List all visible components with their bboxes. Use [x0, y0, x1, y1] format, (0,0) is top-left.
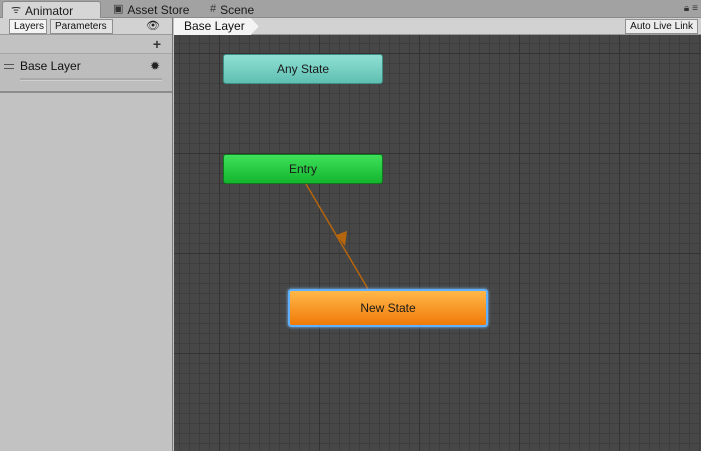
scene-grid-icon: # — [210, 3, 217, 15]
layer-add-row: + — [0, 35, 172, 53]
state-entry[interactable]: Entry — [223, 154, 383, 184]
tab-parameters[interactable]: Parameters — [50, 19, 113, 34]
drag-handle-icon[interactable] — [4, 64, 14, 69]
gear-icon[interactable]: ✹ — [150, 59, 160, 73]
layer-name: Base Layer — [20, 59, 81, 73]
tab-label: Scene — [220, 2, 255, 17]
layers-panel: Layers Parameters 👁︎ + Base Layer ✹ — [0, 18, 173, 451]
graph-toolbar: Base Layer Auto Live Link — [174, 18, 701, 35]
layers-panel-toolbar: Layers Parameters 👁︎ — [0, 18, 172, 35]
auto-live-link-button[interactable]: Auto Live Link — [625, 19, 698, 34]
tab-animator[interactable]: ᯤ Animator — [2, 1, 101, 19]
state-new-state[interactable]: New State — [288, 289, 488, 327]
lock-icon[interactable]: 🔒︎ — [684, 3, 689, 14]
window-tab-bar: ᯤ Animator ▣ Asset Store # Scene 🔒︎ ≡ — [0, 0, 701, 19]
menu-icon[interactable]: ≡ — [692, 3, 698, 14]
animator-icon: ᯤ — [11, 4, 22, 16]
tab-label: Animator — [25, 3, 74, 18]
add-layer-icon[interactable]: + — [153, 35, 161, 53]
state-machine-graph[interactable]: Base Layer Auto Live Link Any State Entr… — [174, 18, 701, 451]
tab-scene[interactable]: # Scene — [202, 1, 262, 18]
tab-layers[interactable]: Layers — [9, 19, 47, 34]
state-any-state[interactable]: Any State — [223, 54, 383, 84]
layer-item[interactable]: Base Layer ✹ — [0, 53, 172, 93]
transition-entry-to-new-state[interactable] — [305, 183, 369, 290]
transition-arrow-icon — [336, 231, 347, 246]
store-icon: ▣ — [113, 3, 124, 15]
breadcrumb[interactable]: Base Layer — [174, 18, 259, 35]
layer-weight-bar — [20, 78, 162, 81]
tab-label: Asset Store — [127, 2, 190, 17]
tab-asset-store[interactable]: ▣ Asset Store — [105, 1, 197, 18]
window-controls: 🔒︎ ≡ — [684, 3, 698, 14]
eye-icon[interactable]: 👁︎ — [146, 19, 160, 32]
